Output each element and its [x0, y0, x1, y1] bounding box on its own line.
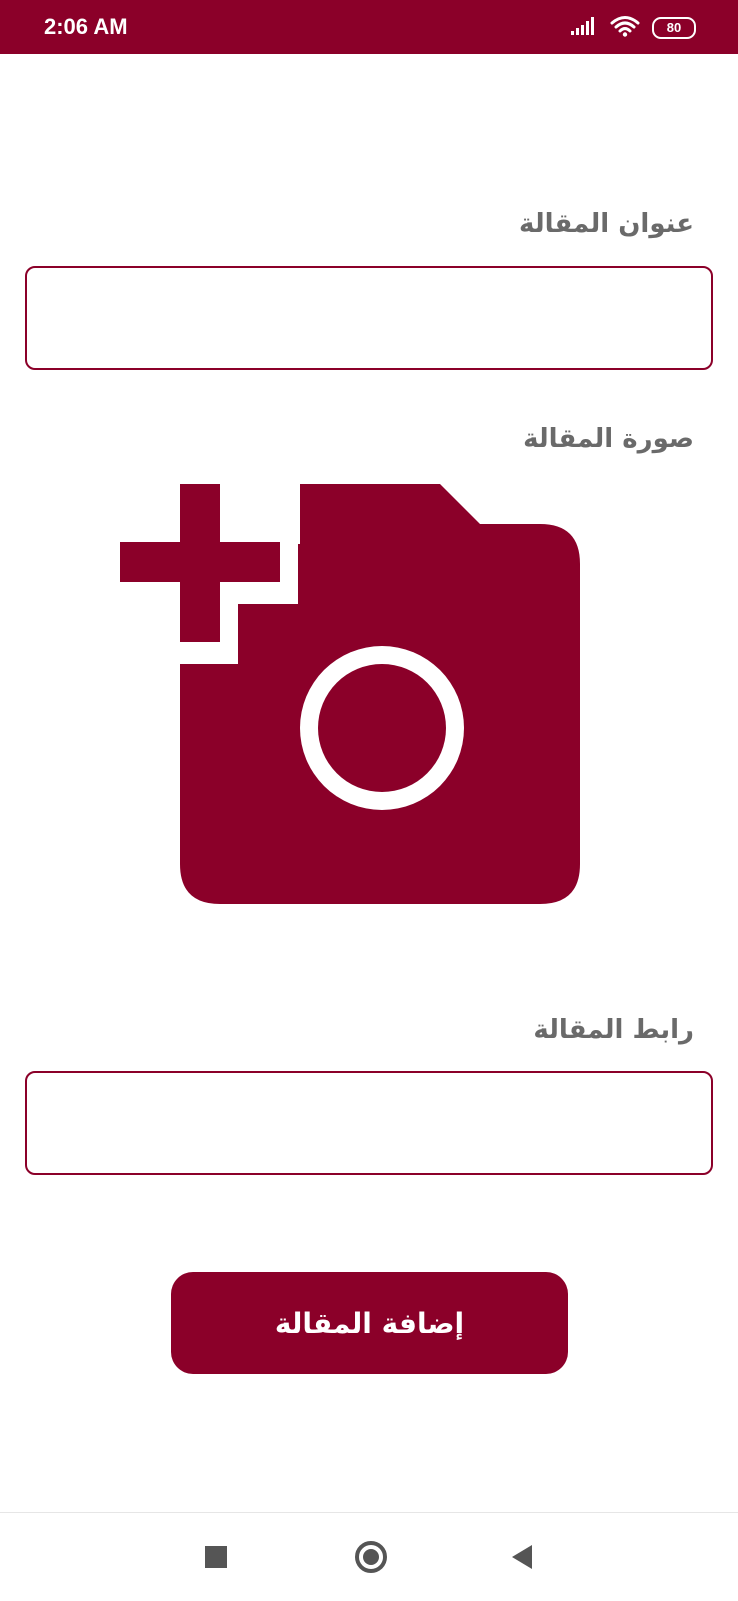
article-link-input[interactable]	[25, 1071, 713, 1175]
recents-button[interactable]	[194, 1535, 238, 1579]
article-image-label: صورة المقالة	[523, 424, 694, 454]
article-link-label: رابط المقالة	[533, 1015, 694, 1045]
article-image-picker[interactable]	[120, 484, 600, 924]
wifi-icon	[610, 15, 640, 41]
back-triangle-icon	[512, 1545, 532, 1569]
article-title-input[interactable]	[25, 266, 713, 370]
add-photo-camera-icon	[120, 484, 580, 904]
add-article-button[interactable]: إضافة المقالة	[171, 1272, 568, 1374]
signal-icon	[570, 16, 598, 40]
home-button[interactable]	[349, 1535, 393, 1579]
recents-square-icon	[205, 1546, 227, 1568]
navigation-bar	[0, 1512, 738, 1601]
article-title-label: عنوان المقالة	[519, 209, 694, 239]
home-circle-icon	[355, 1541, 387, 1573]
battery-icon: 80	[652, 17, 696, 39]
status-bar: 2:06 AM 80	[0, 0, 738, 54]
status-time: 2:06 AM	[44, 14, 128, 39]
back-button[interactable]	[500, 1535, 544, 1579]
status-icons: 80	[570, 16, 696, 40]
